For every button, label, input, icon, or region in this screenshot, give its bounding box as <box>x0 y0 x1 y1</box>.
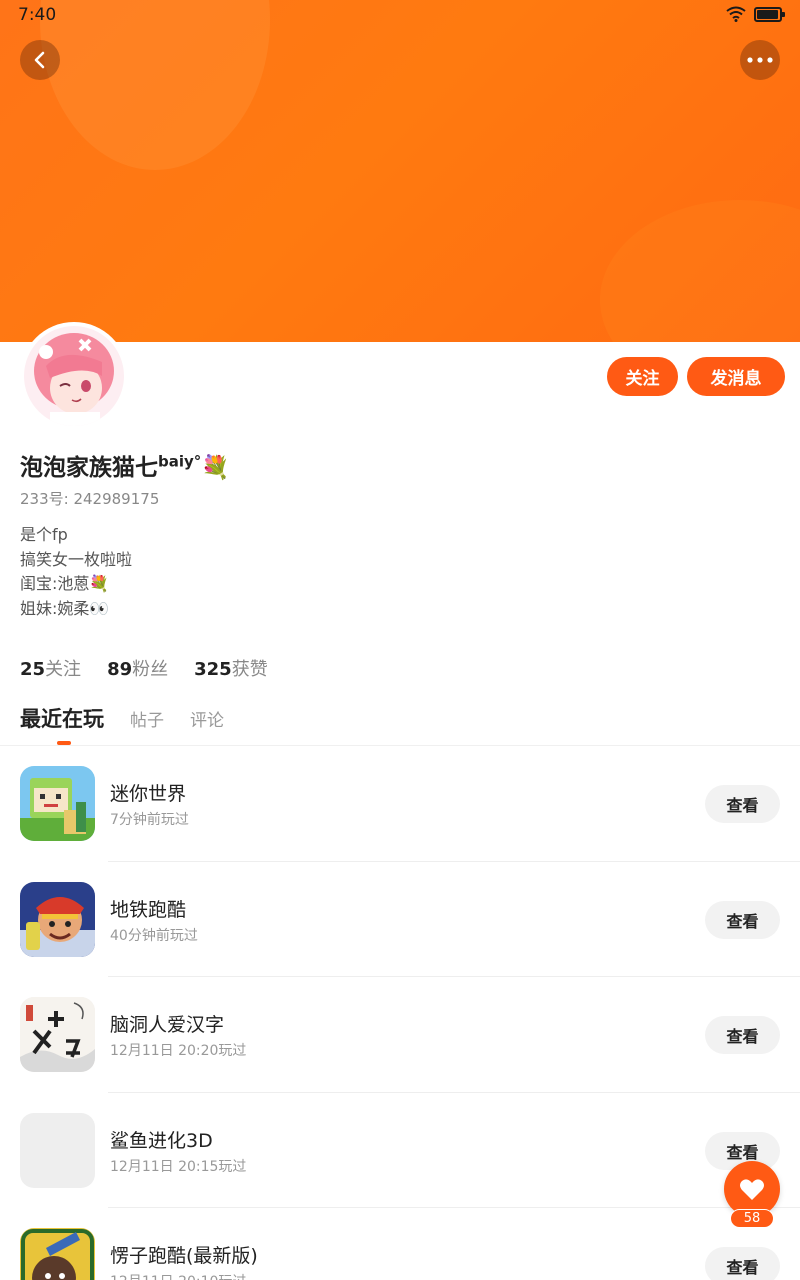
message-button[interactable]: 发消息 <box>687 357 785 396</box>
game-list: 迷你世界 7分钟前玩过 查看 地铁跑酷 40分钟前玩过 查看 脑洞人爱汉字 12… <box>0 746 800 1280</box>
banner-decoration <box>600 200 800 342</box>
bio-line: 是个fp <box>20 525 68 544</box>
game-name: 迷你世界 <box>110 783 187 805</box>
tab-posts[interactable]: 帖子 <box>130 706 164 731</box>
likes-count: 325 <box>194 659 232 680</box>
list-item[interactable]: 地铁跑酷 40分钟前玩过 查看 <box>0 862 800 977</box>
game-icon <box>20 997 95 1072</box>
chevron-left-icon <box>34 51 45 69</box>
profile-banner <box>0 0 800 342</box>
bio-line: 闺宝:池蒽💐 <box>20 574 110 593</box>
game-name: 脑洞人爱汉字 <box>110 1014 225 1036</box>
list-item[interactable]: 鲨鱼进化3D 12月11日 20:15玩过 查看 <box>0 1093 800 1208</box>
status-time: 7:40 <box>18 5 57 25</box>
view-button[interactable]: 查看 <box>705 1016 780 1054</box>
status-bar: 7:40 <box>0 0 800 32</box>
bio-line: 姐妹:婉柔👀 <box>20 598 110 618</box>
list-item[interactable]: 迷你世界 7分钟前玩过 查看 <box>0 746 800 862</box>
back-button[interactable] <box>20 40 60 80</box>
nickname-suffix: baiy° <box>158 452 202 471</box>
stat-likes[interactable]: 325获赞 <box>194 655 268 681</box>
battery-icon <box>754 6 785 22</box>
more-horizontal-icon <box>747 57 773 63</box>
follow-button[interactable]: 关注 <box>607 357 678 396</box>
wifi-icon <box>726 6 746 22</box>
bio: 是个fp 搞笑女一枚啦啦 闺宝:池蒽💐 姐妹:婉柔👀 <box>20 523 132 621</box>
stat-following[interactable]: 25关注 <box>20 655 81 681</box>
view-button[interactable]: 查看 <box>705 1247 780 1280</box>
tab-recently-played[interactable]: 最近在玩 <box>20 703 104 733</box>
list-item[interactable]: 愣子跑酷(最新版) 12月11日 20:10玩过 查看 <box>0 1208 800 1280</box>
nickname-emoji: 💐 <box>201 455 230 481</box>
like-count-badge: 58 <box>730 1209 774 1228</box>
avatar-image <box>24 326 124 426</box>
view-button[interactable]: 查看 <box>705 785 780 823</box>
stats-row: 25关注 89粉丝 325获赞 <box>20 655 268 681</box>
avatar[interactable] <box>20 322 128 430</box>
tab-bar: 最近在玩 帖子 评论 <box>20 703 224 733</box>
following-label: 关注 <box>45 659 82 680</box>
heart-icon <box>740 1178 764 1200</box>
tab-comments[interactable]: 评论 <box>190 706 224 731</box>
user-id: 233号: 242989175 <box>20 488 159 509</box>
following-count: 25 <box>20 659 46 680</box>
view-button[interactable]: 查看 <box>705 900 780 939</box>
game-icon <box>20 1112 95 1188</box>
bio-line: 搞笑女一枚啦啦 <box>20 549 133 569</box>
likes-label: 获赞 <box>231 659 268 680</box>
game-last-played: 40分钟前玩过 <box>110 927 198 944</box>
game-icon <box>20 881 95 957</box>
user-id-value: 242989175 <box>73 490 160 508</box>
fans-label: 粉丝 <box>132 659 169 680</box>
game-last-played: 12月11日 20:20玩过 <box>110 1043 247 1059</box>
game-name: 愣子跑酷(最新版) <box>110 1245 258 1267</box>
fans-count: 89 <box>107 659 133 680</box>
list-item[interactable]: 脑洞人爱汉字 12月11日 20:20玩过 查看 <box>0 977 800 1093</box>
game-last-played: 12月11日 20:15玩过 <box>110 1158 247 1175</box>
game-name: 地铁跑酷 <box>110 898 187 921</box>
more-button[interactable] <box>740 40 780 80</box>
game-icon <box>20 766 95 841</box>
game-last-played: 7分钟前玩过 <box>110 812 189 828</box>
game-last-played: 12月11日 20:10玩过 <box>110 1271 246 1280</box>
game-icon <box>20 1228 95 1280</box>
game-name: 鲨鱼进化3D <box>110 1129 213 1152</box>
user-id-label: 233号: <box>20 490 69 508</box>
nickname: 泡泡家族猫七baiy°💐 <box>20 448 230 482</box>
stat-fans[interactable]: 89粉丝 <box>107 655 168 681</box>
nickname-text: 泡泡家族猫七 <box>20 455 158 481</box>
